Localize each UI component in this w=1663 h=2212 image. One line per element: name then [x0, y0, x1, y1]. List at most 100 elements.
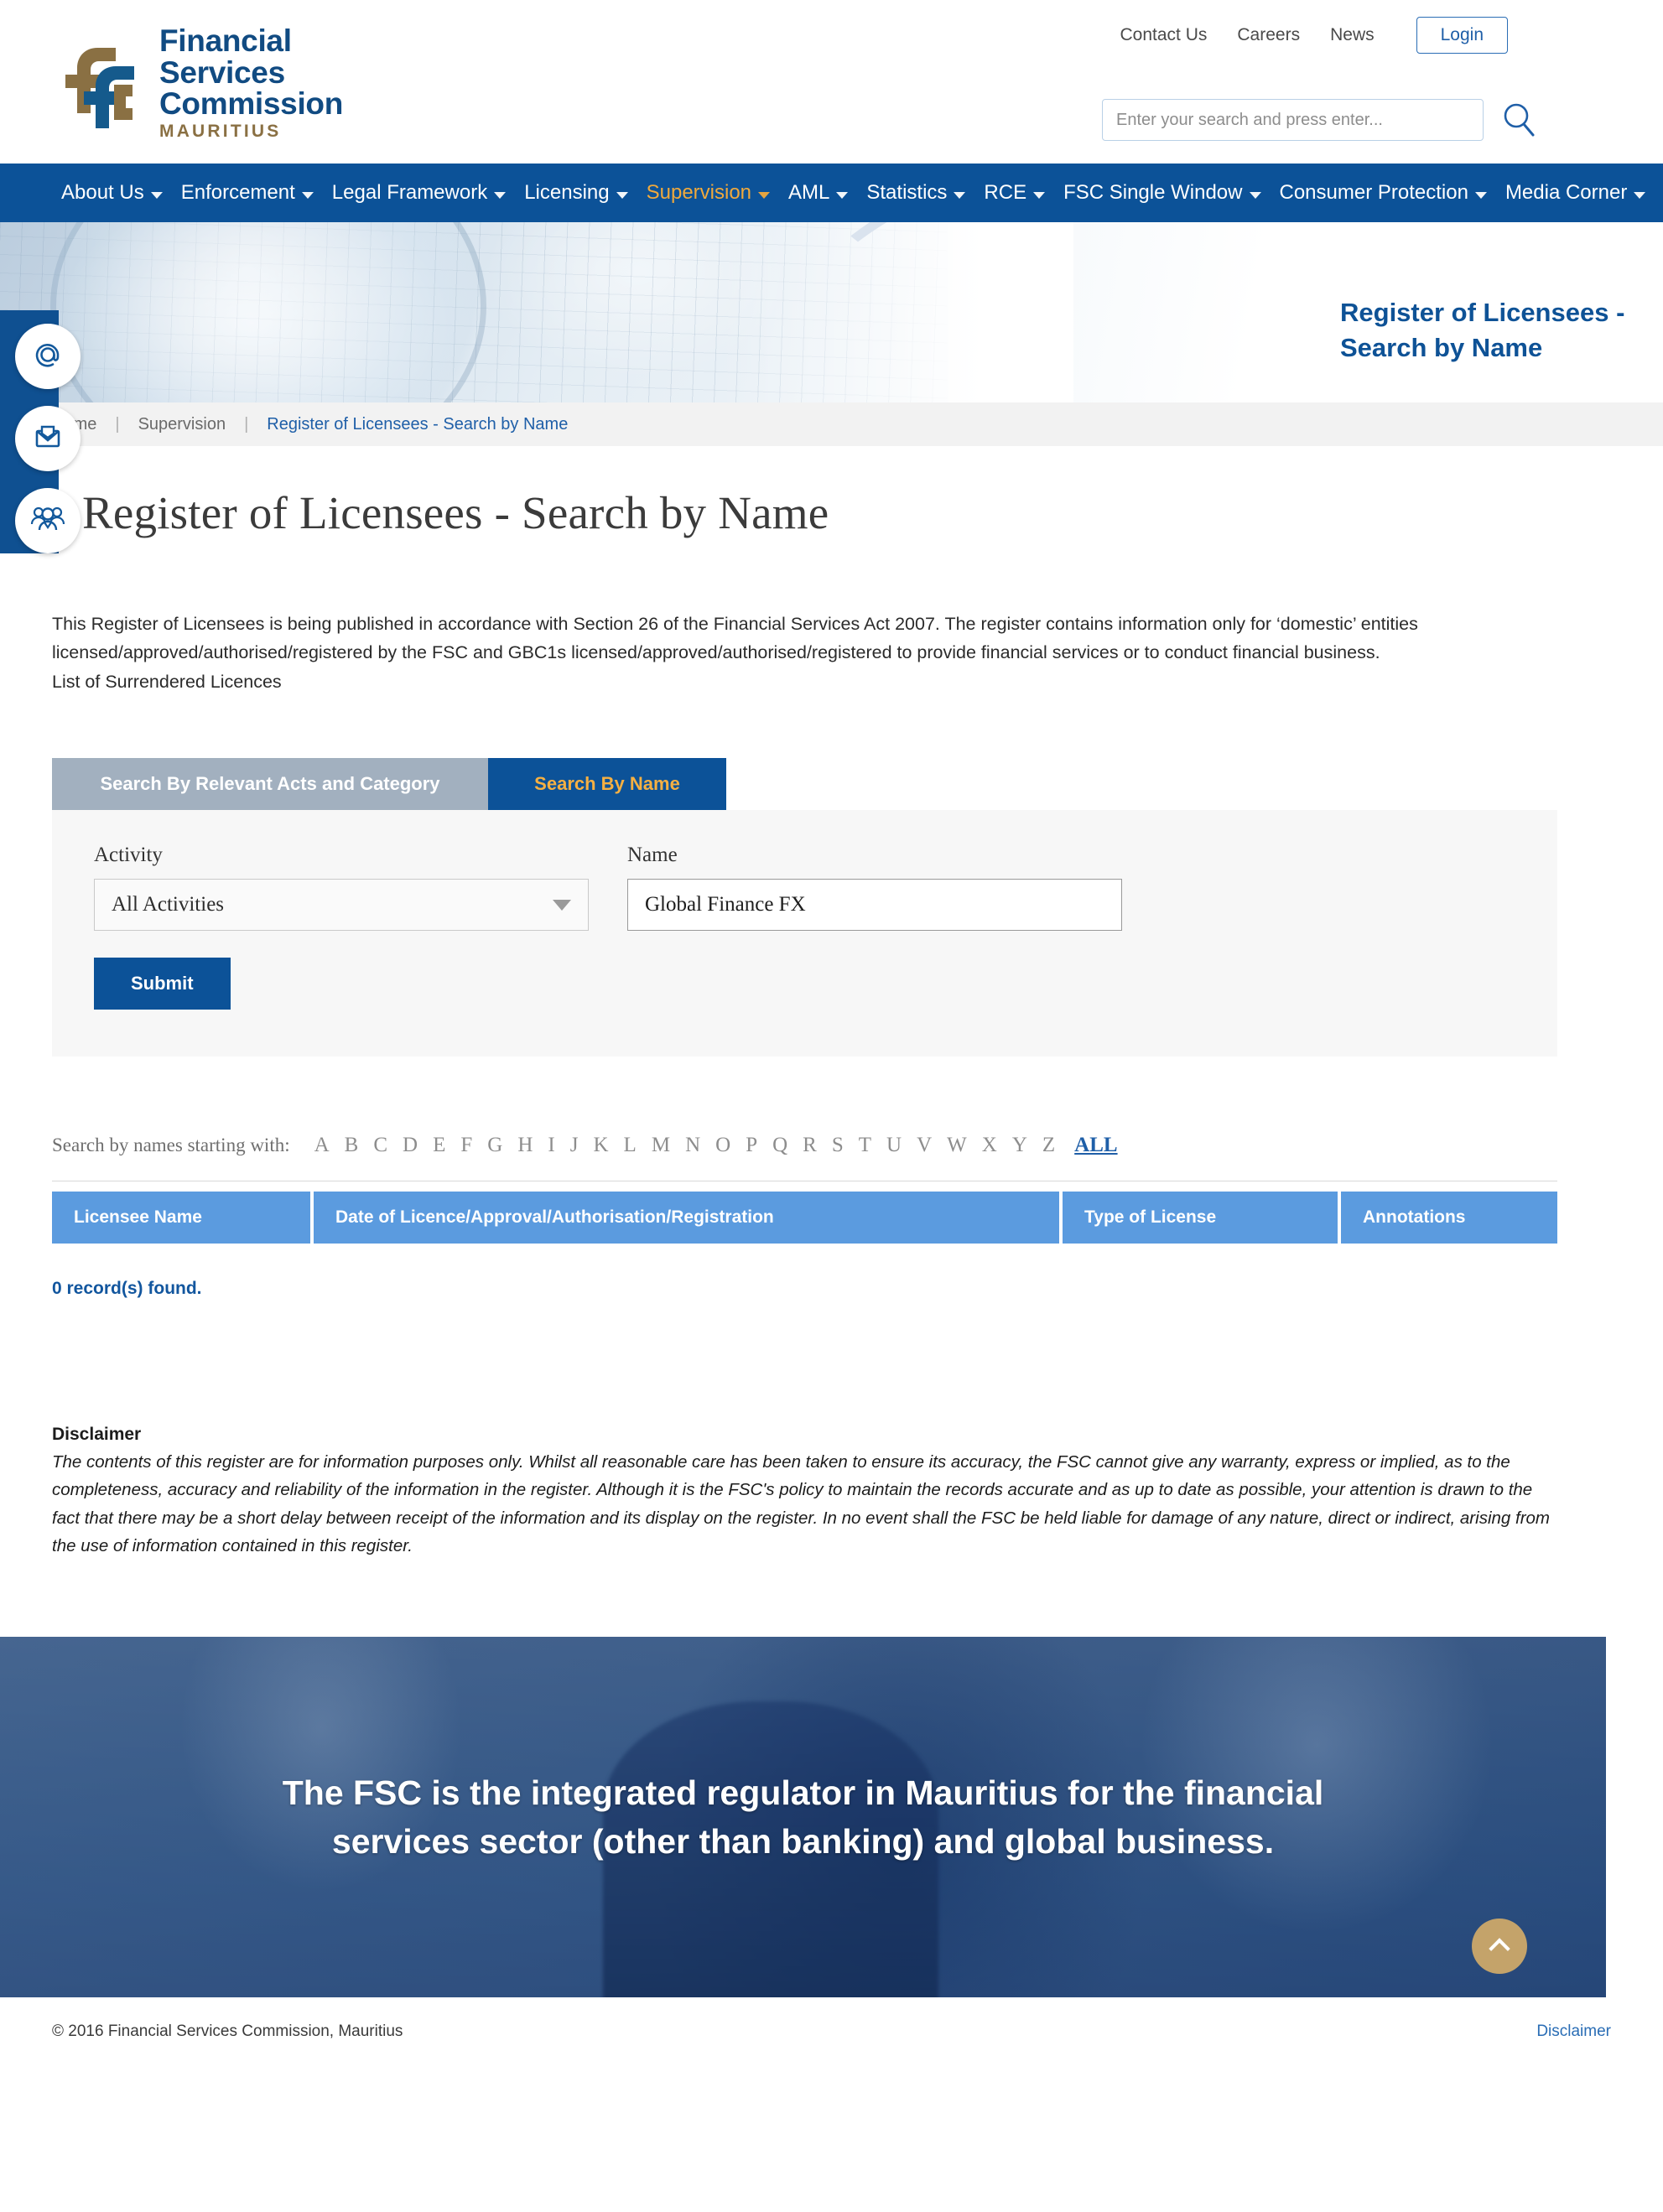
alphabet-letter-j[interactable]: J — [563, 1134, 586, 1157]
login-button[interactable]: Login — [1416, 17, 1508, 54]
brand-line-1: Financial — [159, 23, 292, 58]
nav-item-licensing[interactable]: Licensing — [515, 181, 637, 205]
name-label: Name — [627, 844, 678, 867]
alphabet-letter-z[interactable]: Z — [1035, 1134, 1063, 1157]
alphabet-letter-w[interactable]: W — [939, 1134, 974, 1157]
search-icon[interactable] — [1500, 101, 1537, 138]
chevron-down-icon — [954, 192, 966, 199]
nav-label: Consumer Protection — [1279, 181, 1468, 204]
alphabet-letter-b[interactable]: B — [337, 1134, 366, 1157]
alphabet-letter-e[interactable]: E — [425, 1134, 453, 1157]
breadcrumb-supervision[interactable]: Supervision — [138, 415, 226, 434]
utility-nav: Contact Us Careers News Login — [1120, 17, 1508, 54]
alphabet-letter-v[interactable]: V — [909, 1134, 939, 1157]
chevron-down-icon — [150, 192, 163, 199]
nav-item-about-us[interactable]: About Us — [52, 181, 172, 205]
floating-social-rail — [0, 310, 81, 553]
page-root: Financial Services Commission MAURITIUS … — [0, 0, 1663, 2066]
table-column-date-of-licence: Date of Licence/Approval/Authorisation/R… — [314, 1192, 1059, 1244]
site-logo[interactable]: Financial Services Commission MAURITIUS — [50, 25, 343, 141]
footer-disclaimer-link[interactable]: Disclaimer — [1536, 2022, 1611, 2041]
alphabet-filter-all[interactable]: ALL — [1074, 1134, 1117, 1157]
nav-label: Supervision — [646, 181, 752, 204]
alphabet-letter-l[interactable]: L — [616, 1134, 644, 1157]
intro-text: This Register of Licensees is being publ… — [52, 610, 1553, 696]
breadcrumb: Home | Supervision | Register of License… — [0, 402, 1663, 446]
alphabet-letter-o[interactable]: O — [708, 1134, 738, 1157]
search-form-row: Activity All Activities Name — [94, 844, 1515, 932]
table-column-licensee-name: Licensee Name — [52, 1192, 310, 1244]
chevron-up-icon — [1489, 1938, 1510, 1960]
register-table-header: Licensee Name Date of Licence/Approval/A… — [52, 1192, 1557, 1244]
utility-link-contact-us[interactable]: Contact Us — [1120, 25, 1208, 45]
alphabet-letter-y[interactable]: Y — [1005, 1134, 1035, 1157]
alphabet-letter-g[interactable]: G — [480, 1134, 510, 1157]
nav-item-rce[interactable]: RCE — [974, 181, 1054, 205]
breadcrumb-separator: | — [244, 414, 249, 434]
utility-link-careers[interactable]: Careers — [1237, 25, 1300, 45]
social-button-email-alias[interactable] — [15, 324, 81, 389]
nav-item-legal-framework[interactable]: Legal Framework — [323, 181, 515, 205]
alphabet-letter-a[interactable]: A — [307, 1134, 337, 1157]
alphabet-letter-c[interactable]: C — [366, 1134, 395, 1157]
nav-item-media-corner[interactable]: Media Corner — [1496, 181, 1655, 205]
alphabet-letter-p[interactable]: P — [738, 1134, 765, 1157]
search-input[interactable] — [1102, 99, 1484, 141]
alphabet-letter-k[interactable]: K — [585, 1134, 616, 1157]
alphabet-letter-s[interactable]: S — [824, 1134, 851, 1157]
chevron-down-icon — [758, 192, 771, 199]
activity-select[interactable]: All Activities — [94, 879, 589, 932]
nav-item-consumer-protection[interactable]: Consumer Protection — [1271, 181, 1496, 205]
alphabet-letter-n[interactable]: N — [678, 1134, 708, 1157]
activity-label: Activity — [94, 844, 163, 867]
at-sign-icon — [30, 337, 65, 376]
brand-wordmark: Financial Services Commission MAURITIUS — [159, 25, 343, 141]
nav-item-enforcement[interactable]: Enforcement — [172, 181, 323, 205]
disclaimer-section: Disclaimer The contents of this register… — [52, 1425, 1611, 1560]
chevron-down-icon — [1634, 192, 1646, 199]
social-button-community[interactable] — [15, 488, 81, 553]
alphabet-letter-u[interactable]: U — [879, 1134, 909, 1157]
submit-button[interactable]: Submit — [94, 958, 231, 1010]
alphabet-letters: A B C D E F G H I J K L M N O P Q R S T — [307, 1134, 1063, 1157]
main-content: Register of Licensees - Search by Name T… — [0, 486, 1663, 1560]
tab-search-by-relevant-acts-and-category[interactable]: Search By Relevant Acts and Category — [52, 758, 488, 811]
nav-item-statistics[interactable]: Statistics — [857, 181, 974, 205]
nav-label: AML — [788, 181, 830, 204]
name-input[interactable] — [627, 879, 1122, 932]
brand-line-4: MAURITIUS — [159, 122, 282, 142]
breadcrumb-separator: | — [115, 414, 120, 434]
alphabet-letter-t[interactable]: T — [851, 1134, 879, 1157]
nav-label: FSC Single Window — [1063, 181, 1243, 204]
brand-line-2: Services — [159, 55, 285, 90]
nav-item-aml[interactable]: AML — [779, 181, 857, 205]
nav-item-fsc-single-window[interactable]: FSC Single Window — [1054, 181, 1270, 205]
table-column-type-of-license: Type of License — [1063, 1192, 1338, 1244]
nav-label: RCE — [984, 181, 1027, 204]
scroll-to-top-button[interactable] — [1472, 1918, 1527, 1974]
footer-copyright: © 2016 Financial Services Commission, Ma… — [52, 2022, 403, 2040]
alphabet-letter-h[interactable]: H — [510, 1134, 540, 1157]
nav-item-supervision[interactable]: Supervision — [637, 181, 779, 205]
disclaimer-title: Disclaimer — [52, 1425, 142, 1445]
social-button-contact[interactable] — [15, 406, 81, 471]
envelope-icon — [30, 419, 65, 459]
utility-link-news[interactable]: News — [1330, 25, 1375, 45]
chevron-down-icon — [1033, 192, 1046, 199]
tab-search-by-name[interactable]: Search By Name — [488, 758, 726, 811]
alphabet-label: Search by names starting with: — [52, 1135, 290, 1156]
chevron-down-icon — [553, 899, 571, 911]
page-title: Register of Licensees - Search by Name — [82, 487, 829, 538]
alphabet-letter-q[interactable]: Q — [765, 1134, 795, 1157]
chevron-down-icon — [1474, 192, 1487, 199]
alphabet-letter-f[interactable]: F — [453, 1134, 480, 1157]
alphabet-letter-x[interactable]: X — [974, 1134, 1005, 1157]
alphabet-filter: Search by names starting with: A B C D E… — [52, 1134, 1611, 1157]
chevron-down-icon — [494, 192, 507, 199]
alphabet-letter-r[interactable]: R — [795, 1134, 824, 1157]
name-field-group: Name — [627, 844, 1122, 932]
alphabet-letter-d[interactable]: D — [395, 1134, 425, 1157]
alphabet-letter-i[interactable]: I — [540, 1134, 562, 1157]
alphabet-letter-m[interactable]: M — [644, 1134, 678, 1157]
table-column-annotations: Annotations — [1341, 1192, 1557, 1244]
